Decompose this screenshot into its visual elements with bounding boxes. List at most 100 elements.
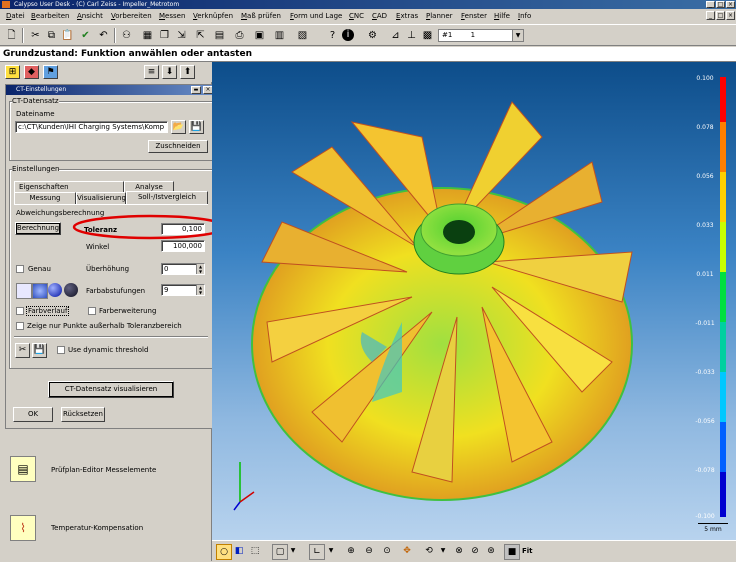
grid-icon[interactable]: ▩ — [420, 28, 435, 43]
farberweiterung-checkbox[interactable] — [88, 307, 96, 315]
filename-field[interactable]: c:\CT\Kunden\IHI Charging Systems\Komp — [15, 121, 168, 133]
sphere-dark-icon[interactable] — [64, 283, 78, 297]
shading-medium-icon[interactable] — [32, 283, 48, 299]
zuschneiden-button[interactable]: Zuschneiden — [148, 140, 208, 153]
menu-bearbeiten[interactable]: Bearbeiten — [31, 12, 69, 20]
plan-icon[interactable]: ⚑ — [43, 65, 58, 79]
minimize-button[interactable]: _ — [706, 1, 715, 8]
menu-planner[interactable]: Planner — [426, 12, 453, 20]
chevron-down-icon[interactable]: ▼ — [436, 544, 450, 558]
color-steps-field[interactable]: 9 ▲ ▼ — [161, 284, 205, 296]
new-icon[interactable]: 🗋 — [4, 28, 19, 43]
tab-visualisierung[interactable]: Visualisierung — [76, 192, 126, 204]
print-icon[interactable]: ⎙ — [232, 28, 247, 43]
undo-icon[interactable]: ↶ — [96, 28, 111, 43]
temperature-label[interactable]: Temperatur-Kompensation — [51, 524, 143, 532]
shading-light-icon[interactable] — [16, 283, 32, 299]
plan-editor-label[interactable]: Prüfplan-Editor Messelemente — [51, 466, 156, 474]
pan-icon[interactable]: ✥ — [400, 544, 414, 558]
axis-icon[interactable]: ∟ — [309, 544, 325, 560]
menu-messen[interactable]: Messen — [159, 12, 185, 20]
report-icon[interactable]: ▤ — [212, 28, 227, 43]
berechnung-button[interactable]: Berechnung — [15, 222, 61, 235]
select-icon[interactable]: ○ — [216, 544, 232, 560]
spin-icon[interactable]: ▲ ▼ — [196, 285, 204, 295]
menu-hilfe[interactable]: Hilfe — [494, 12, 510, 20]
sphere-icon[interactable] — [48, 283, 62, 297]
feature-icon[interactable]: ⊞ — [5, 65, 20, 79]
ok-button[interactable]: OK — [13, 407, 53, 422]
menu-datei[interactable]: Datei — [6, 12, 25, 20]
rotate-icon[interactable]: ⟲ — [422, 544, 436, 558]
chevron-down-icon[interactable]: ▼ — [512, 30, 523, 41]
char-icon[interactable]: ◆ — [24, 65, 39, 79]
check-icon[interactable]: ✔ — [78, 28, 93, 43]
menu-info[interactable]: Info — [518, 12, 531, 20]
probe-icon[interactable]: ⊥ — [404, 28, 419, 43]
cut-icon[interactable]: ✂ — [15, 343, 30, 358]
maximize-button[interactable]: □ — [716, 1, 725, 8]
stylus-combo[interactable]: #1 1 ▼ — [438, 29, 524, 42]
chevron-down-icon[interactable]: ▼ — [286, 544, 300, 558]
zoom-out-icon[interactable]: ⊖ — [362, 544, 376, 558]
cube-icon[interactable]: ⬚ — [248, 544, 262, 558]
menu-cad[interactable]: CAD — [372, 12, 387, 20]
menu-cnc[interactable]: CNC — [349, 12, 364, 20]
paste-icon[interactable]: 📋 — [60, 28, 75, 43]
copy2-icon[interactable]: ❐ — [157, 28, 172, 43]
meter-icon[interactable]: ⊿ — [388, 28, 403, 43]
folder-open-icon[interactable]: 📂 — [171, 120, 186, 134]
copy-icon[interactable]: ⧉ — [44, 28, 59, 43]
menu-vorbereiten[interactable]: Vorbereiten — [111, 12, 152, 20]
spin-icon[interactable]: ▲ ▼ — [196, 264, 204, 274]
menu-mass-pruefen[interactable]: Maß prüfen — [241, 12, 281, 20]
binoculars-icon[interactable]: ⚇ — [119, 28, 134, 43]
close-button[interactable]: × — [726, 1, 735, 8]
info-icon[interactable]: i — [342, 29, 354, 41]
mdi-minimize-button[interactable]: _ — [706, 11, 715, 20]
angle-field[interactable]: 100,000 — [161, 240, 205, 252]
mdi-restore-button[interactable]: □ — [716, 11, 725, 20]
genau-checkbox[interactable] — [16, 265, 24, 273]
plan-editor-icon[interactable]: ▤ — [10, 456, 36, 482]
menu-verknuepfen[interactable]: Verknüpfen — [193, 12, 233, 20]
view-icon[interactable]: ▦ — [140, 28, 155, 43]
visualize-ct-button[interactable]: CT-Datensatz visualisieren — [48, 381, 174, 398]
zoom-in-icon[interactable]: ⊕ — [344, 544, 358, 558]
rotate-z-icon[interactable]: ⊛ — [484, 544, 498, 558]
import-icon[interactable]: ⇱ — [193, 28, 208, 43]
dialog-minimize-button[interactable]: ▬ — [191, 86, 201, 94]
menu-form-und-lage[interactable]: Form und Lage — [290, 12, 342, 20]
mdi-close-button[interactable]: × — [726, 11, 735, 20]
save-icon[interactable]: 💾 — [189, 120, 204, 134]
rotate-x-icon[interactable]: ⊗ — [452, 544, 466, 558]
farbverlauf-checkbox[interactable] — [16, 307, 24, 315]
list-icon[interactable]: ≡ — [144, 65, 159, 79]
box-icon[interactable]: ■ — [504, 544, 520, 560]
help-icon[interactable]: ? — [325, 28, 340, 43]
tab-messung[interactable]: Messung — [14, 192, 76, 204]
save-icon[interactable]: 💾 — [32, 343, 47, 358]
arrow-up-icon[interactable]: ⬆ — [180, 65, 195, 79]
show-outside-tolerance-checkbox[interactable] — [16, 322, 24, 330]
dynamic-threshold-checkbox[interactable] — [57, 346, 65, 354]
chevron-down-icon[interactable]: ▼ — [324, 544, 338, 558]
arrow-down-icon[interactable]: ⬇ — [162, 65, 177, 79]
print3-icon[interactable]: ▥ — [272, 28, 287, 43]
export-icon[interactable]: ⇲ — [174, 28, 189, 43]
menu-fenster[interactable]: Fenster — [461, 12, 487, 20]
zoom-window-icon[interactable]: ⊙ — [380, 544, 394, 558]
exaggeration-field[interactable]: 0 ▲ ▼ — [161, 263, 205, 275]
color-icon[interactable]: ◧ — [232, 544, 246, 558]
reset-button[interactable]: Rücksetzen — [61, 407, 105, 422]
cut-icon[interactable]: ✂ — [28, 28, 43, 43]
menu-extras[interactable]: Extras — [396, 12, 418, 20]
print2-icon[interactable]: ▣ — [252, 28, 267, 43]
fit-button[interactable]: Fit — [522, 547, 533, 555]
temperature-icon[interactable]: ⌇ — [10, 515, 36, 541]
robot-icon[interactable]: ⚙ — [365, 28, 380, 43]
rotate-y-icon[interactable]: ⊘ — [468, 544, 482, 558]
tab-soll-ist-vergleich[interactable]: Soll-/Istvergleich — [126, 191, 208, 205]
3d-viewport[interactable] — [212, 62, 736, 540]
menu-ansicht[interactable]: Ansicht — [77, 12, 103, 20]
